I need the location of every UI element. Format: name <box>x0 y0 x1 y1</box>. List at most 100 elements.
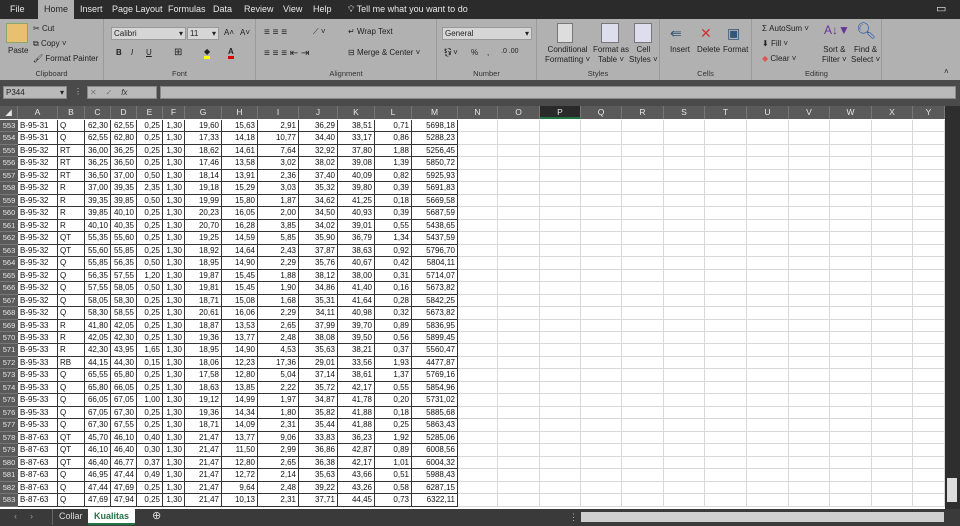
cell-q577[interactable] <box>581 419 622 432</box>
cell-x555[interactable] <box>872 144 913 158</box>
cell-b556[interactable]: RT <box>58 157 85 170</box>
cell-v583[interactable] <box>789 494 830 507</box>
cell-r578[interactable] <box>622 431 664 445</box>
paste-button[interactable]: Paste <box>8 46 28 55</box>
cell-w571[interactable] <box>830 344 872 357</box>
cell-m579[interactable]: 6008,56 <box>412 444 458 457</box>
vertical-scrollbar[interactable] <box>945 106 960 509</box>
cell-a553[interactable]: B-95-31 <box>18 120 58 133</box>
tell-me-search[interactable]: 💡︎ Tell me what you want to do <box>342 0 474 19</box>
cell-d564[interactable]: 56,35 <box>111 257 137 270</box>
cell-e570[interactable]: 0,25 <box>137 331 163 345</box>
cell-m559[interactable]: 5669,58 <box>412 194 458 208</box>
cell-c569[interactable]: 41,80 <box>85 319 111 332</box>
cell-n564[interactable] <box>458 257 498 270</box>
cell-w573[interactable] <box>830 369 872 382</box>
cell-j566[interactable]: 34,86 <box>299 282 338 295</box>
cell-o574[interactable] <box>498 381 540 395</box>
cell-r562[interactable] <box>622 232 664 245</box>
cell-p578[interactable] <box>540 431 581 445</box>
cell-w570[interactable] <box>830 331 872 345</box>
cell-r575[interactable] <box>622 394 664 407</box>
sheet-tab-collar[interactable]: Collar <box>52 509 89 525</box>
cell-n570[interactable] <box>458 331 498 345</box>
cell-g556[interactable]: 17,46 <box>185 157 222 170</box>
cell-x576[interactable] <box>872 406 913 420</box>
cell-v557[interactable] <box>789 169 830 183</box>
cell-f560[interactable]: 1,30 <box>163 207 185 220</box>
column-header-n[interactable]: N <box>458 106 498 119</box>
cell-h577[interactable]: 14,09 <box>222 419 258 432</box>
cell-p556[interactable] <box>540 157 581 170</box>
column-header-b[interactable]: B <box>58 106 85 119</box>
cell-c573[interactable]: 65,55 <box>85 369 111 382</box>
cell-m558[interactable]: 5691,83 <box>412 182 458 195</box>
cell-u558[interactable] <box>747 182 789 195</box>
cell-s577[interactable] <box>664 419 705 432</box>
cell-e562[interactable]: 0,25 <box>137 232 163 245</box>
cell-c580[interactable]: 46,40 <box>85 456 111 470</box>
cell-e556[interactable]: 0,25 <box>137 157 163 170</box>
cell-h568[interactable]: 16,06 <box>222 307 258 320</box>
cell-r554[interactable] <box>622 132 664 145</box>
cell-y564[interactable] <box>913 257 945 270</box>
cell-c554[interactable]: 62,55 <box>85 132 111 145</box>
borders-icon[interactable]: ⊞ <box>174 47 182 58</box>
cell-a558[interactable]: B-95-32 <box>18 182 58 195</box>
cell-e554[interactable]: 0,25 <box>137 132 163 145</box>
cell-w561[interactable] <box>830 219 872 233</box>
cell-c562[interactable]: 55,35 <box>85 232 111 245</box>
cell-i569[interactable]: 2,65 <box>258 319 299 332</box>
column-header-q[interactable]: Q <box>581 106 622 119</box>
cell-f569[interactable]: 1,30 <box>163 319 185 332</box>
cell-s576[interactable] <box>664 406 705 420</box>
cell-r553[interactable] <box>622 120 664 133</box>
cell-k574[interactable]: 42,17 <box>338 381 375 395</box>
cell-r580[interactable] <box>622 456 664 470</box>
cell-s579[interactable] <box>664 444 705 457</box>
cell-y553[interactable] <box>913 120 945 133</box>
cell-g577[interactable]: 18,71 <box>185 419 222 432</box>
cell-i563[interactable]: 2,43 <box>258 244 299 258</box>
cell-j570[interactable]: 38,08 <box>299 331 338 345</box>
cell-y567[interactable] <box>913 294 945 308</box>
cell-p571[interactable] <box>540 344 581 357</box>
cell-e568[interactable]: 0,25 <box>137 307 163 320</box>
cell-h570[interactable]: 13,77 <box>222 331 258 345</box>
autosum-button[interactable]: Σ AutoSum ˅ <box>762 24 809 33</box>
cell-a582[interactable]: B-87-63 <box>18 481 58 495</box>
cell-t569[interactable] <box>705 319 747 332</box>
cell-t577[interactable] <box>705 419 747 432</box>
cell-e569[interactable]: 0,25 <box>137 319 163 332</box>
cell-n576[interactable] <box>458 406 498 420</box>
cell-c559[interactable]: 39,35 <box>85 194 111 208</box>
cell-c575[interactable]: 66,05 <box>85 394 111 407</box>
cell-n566[interactable] <box>458 282 498 295</box>
cell-u570[interactable] <box>747 331 789 345</box>
cell-g576[interactable]: 19,36 <box>185 406 222 420</box>
column-header-s[interactable]: S <box>664 106 705 119</box>
row-header[interactable]: 562 <box>0 232 18 245</box>
cell-j573[interactable]: 37,14 <box>299 369 338 382</box>
font-name-select[interactable]: Calibri ▾ <box>111 27 186 40</box>
cell-m570[interactable]: 5899,45 <box>412 331 458 345</box>
column-header-t[interactable]: T <box>705 106 747 119</box>
cell-g578[interactable]: 21,47 <box>185 431 222 445</box>
cell-e553[interactable]: 0,25 <box>137 120 163 133</box>
cell-u561[interactable] <box>747 219 789 233</box>
cell-f583[interactable]: 1,30 <box>163 494 185 507</box>
enter-icon[interactable]: ✓ <box>106 88 113 97</box>
cell-t583[interactable] <box>705 494 747 507</box>
cell-q572[interactable] <box>581 356 622 370</box>
cell-p569[interactable] <box>540 319 581 332</box>
cell-n558[interactable] <box>458 182 498 195</box>
cell-o583[interactable] <box>498 494 540 507</box>
cell-f578[interactable]: 1,30 <box>163 431 185 445</box>
cell-v562[interactable] <box>789 232 830 245</box>
cell-f571[interactable]: 1,30 <box>163 344 185 357</box>
cell-g565[interactable]: 19,87 <box>185 269 222 283</box>
cell-g571[interactable]: 18,95 <box>185 344 222 357</box>
tab-view[interactable]: View <box>277 0 308 19</box>
cell-a564[interactable]: B-95-32 <box>18 257 58 270</box>
cell-t568[interactable] <box>705 307 747 320</box>
